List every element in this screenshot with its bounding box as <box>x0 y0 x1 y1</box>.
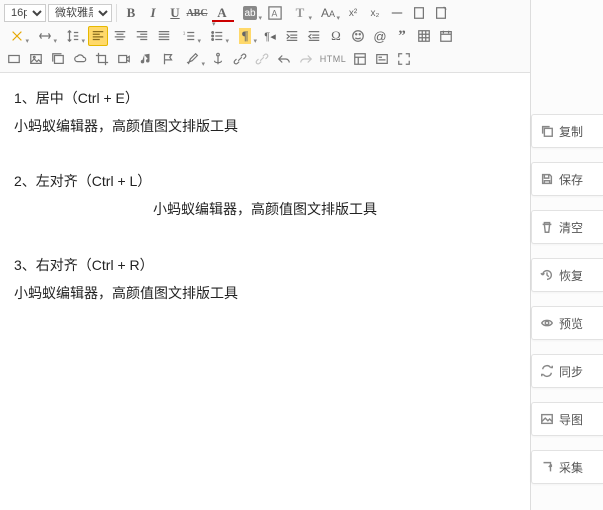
save-button[interactable]: 保存 <box>531 162 603 196</box>
restore-button[interactable]: 恢复 <box>531 258 603 292</box>
toolbar: 16px 微软雅黑 B I U ABC A ab A T AA x² x₂ <box>0 0 530 73</box>
font-box-button[interactable]: A <box>265 3 285 23</box>
image-button[interactable] <box>26 49 46 69</box>
ltr-button[interactable]: ¶◂ <box>260 26 280 46</box>
line-height-button[interactable] <box>60 26 86 46</box>
sync-button[interactable]: 同步 <box>531 354 603 388</box>
card-button[interactable] <box>372 49 392 69</box>
toolbar-row-3: HTML <box>4 49 526 72</box>
side-panel: 复制 保存 清空 恢复 预览 同步 导图 采集 <box>531 0 603 510</box>
preview-button[interactable]: 预览 <box>531 306 603 340</box>
bg-color-button[interactable]: ab <box>237 3 263 23</box>
table-button[interactable] <box>414 26 434 46</box>
flag-button[interactable] <box>158 49 178 69</box>
strike-button[interactable]: ABC <box>187 3 207 23</box>
undo-button[interactable] <box>274 49 294 69</box>
omega-button[interactable]: Ω <box>326 26 346 46</box>
font-size-select[interactable]: 16px <box>4 4 46 22</box>
svg-text:1: 1 <box>183 30 186 35</box>
align-left-button[interactable] <box>88 26 108 46</box>
video-button[interactable] <box>114 49 134 69</box>
heading-3: 3、右对齐（Ctrl + R） <box>14 254 516 278</box>
editor-content[interactable]: 1、居中（Ctrl + E） 小蚂蚁编辑器，高颜值图文排版工具 2、左对齐（Ct… <box>0 73 530 323</box>
toolbar-row-1: 16px 微软雅黑 B I U ABC A ab A T AA x² x₂ <box>4 3 526 26</box>
align-center-button[interactable] <box>110 26 130 46</box>
link-button[interactable] <box>230 49 250 69</box>
list-ul-button[interactable] <box>204 26 230 46</box>
calendar-button[interactable] <box>436 26 456 46</box>
text-format-button[interactable]: T <box>287 3 313 23</box>
indent-left-button[interactable] <box>304 26 324 46</box>
attachment-button[interactable] <box>4 49 24 69</box>
align-justify-button[interactable] <box>154 26 174 46</box>
list-ol-button[interactable]: 1 <box>176 26 202 46</box>
emoji-button[interactable] <box>348 26 368 46</box>
hr-button[interactable] <box>387 3 407 23</box>
bold-button[interactable]: B <box>121 3 141 23</box>
template-button[interactable] <box>350 49 370 69</box>
at-button[interactable]: @ <box>370 26 390 46</box>
clear-format-button[interactable] <box>4 26 30 46</box>
font-size-aa-button[interactable]: AA <box>315 3 341 23</box>
new-doc-button[interactable] <box>409 3 429 23</box>
crop-button[interactable] <box>92 49 112 69</box>
indent-right-button[interactable] <box>282 26 302 46</box>
underline-button[interactable]: U <box>165 3 185 23</box>
fullscreen-button[interactable] <box>394 49 414 69</box>
export-doc-button[interactable] <box>431 3 451 23</box>
font-color-button[interactable]: A <box>209 3 235 23</box>
copy-button[interactable]: 复制 <box>531 114 603 148</box>
separator <box>116 4 117 22</box>
clear-button[interactable]: 清空 <box>531 210 603 244</box>
letter-spacing-button[interactable] <box>32 26 58 46</box>
multi-image-button[interactable] <box>48 49 68 69</box>
audio-button[interactable] <box>136 49 156 69</box>
italic-button[interactable]: I <box>143 3 163 23</box>
font-family-select[interactable]: 微软雅黑 <box>48 4 112 22</box>
heading-2: 2、左对齐（Ctrl + L） <box>14 170 516 194</box>
unlink-button[interactable] <box>252 49 272 69</box>
html-source-button[interactable]: HTML <box>318 49 348 69</box>
svg-text:A: A <box>272 9 278 19</box>
paragraph-button[interactable]: ¶ <box>232 26 258 46</box>
superscript-button[interactable]: x² <box>343 3 363 23</box>
collect-button[interactable]: 采集 <box>531 450 603 484</box>
toolbar-row-2: 1 ¶ ¶◂ Ω @ ” <box>4 26 526 49</box>
paragraph-3: 小蚂蚁编辑器，高颜值图文排版工具 <box>14 282 516 306</box>
paragraph-2: 小蚂蚁编辑器，高颜值图文排版工具 <box>14 198 516 222</box>
cloud-button[interactable] <box>70 49 90 69</box>
editor-area: 16px 微软雅黑 B I U ABC A ab A T AA x² x₂ <box>0 0 531 510</box>
align-right-button[interactable] <box>132 26 152 46</box>
paragraph-1: 小蚂蚁编辑器，高颜值图文排版工具 <box>14 115 516 139</box>
export-image-button[interactable]: 导图 <box>531 402 603 436</box>
anchor-button[interactable] <box>208 49 228 69</box>
redo-button[interactable] <box>296 49 316 69</box>
brush-button[interactable] <box>180 49 206 69</box>
subscript-button[interactable]: x₂ <box>365 3 385 23</box>
heading-1: 1、居中（Ctrl + E） <box>14 87 516 111</box>
quote-button[interactable]: ” <box>392 26 412 46</box>
